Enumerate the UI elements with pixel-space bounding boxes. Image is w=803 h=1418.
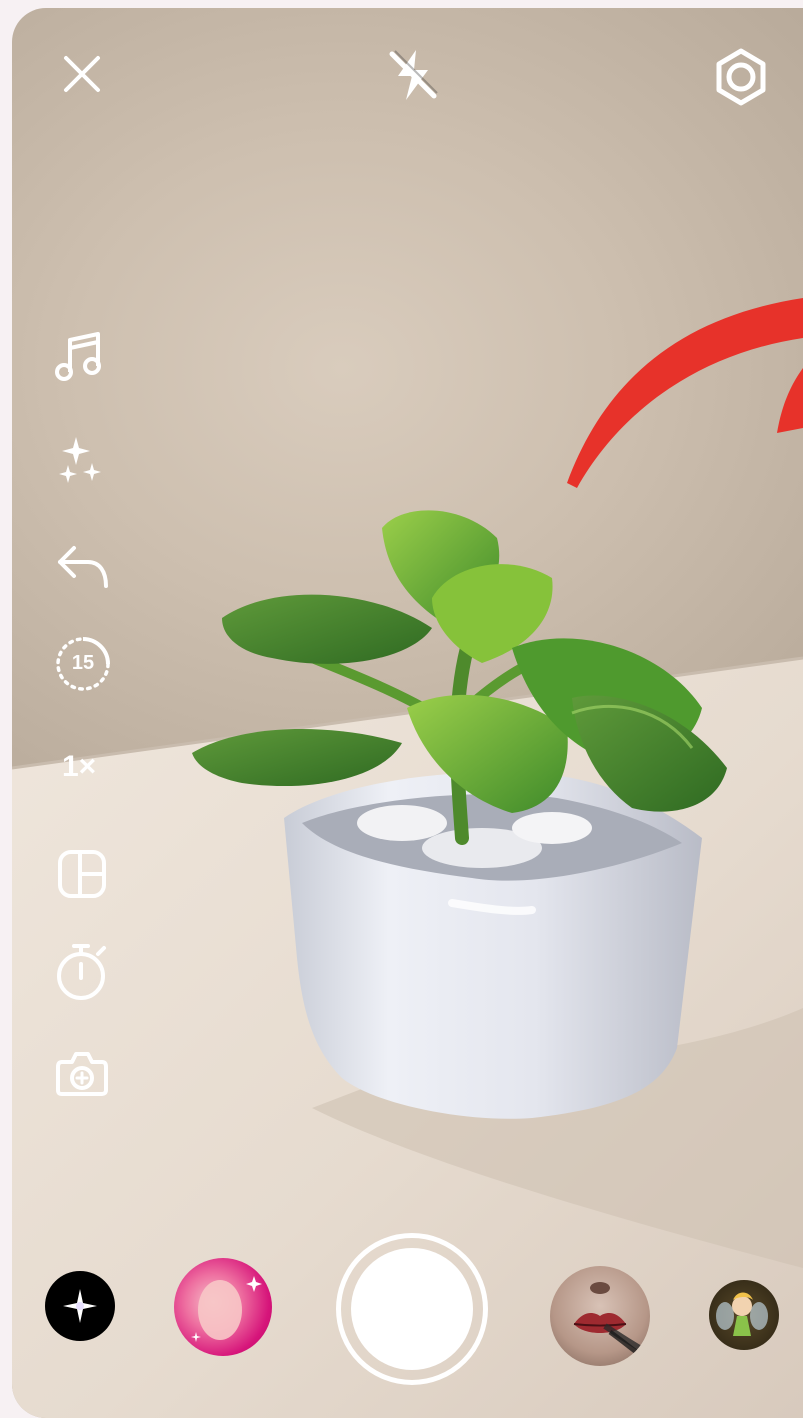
settings-gear-icon[interactable] — [712, 48, 770, 106]
duration-label: 15 — [71, 652, 95, 674]
camera-preview-scene — [12, 298, 803, 1418]
lips-icon — [573, 1282, 650, 1365]
flash-off-icon[interactable] — [386, 46, 440, 104]
duration-icon[interactable]: 15 — [52, 633, 114, 695]
close-icon[interactable] — [62, 54, 102, 94]
sparkle-effect-button[interactable] — [45, 1271, 115, 1341]
sparkle-icon — [63, 1289, 97, 1323]
bubble-icon — [191, 1276, 262, 1342]
undo-arrow-icon[interactable] — [54, 538, 112, 594]
music-note-icon[interactable] — [52, 328, 108, 384]
camera-viewfinder[interactable]: 15 1× — [12, 8, 803, 1418]
capture-button[interactable] — [336, 1233, 488, 1385]
timer-icon[interactable] — [54, 940, 112, 1002]
capture-button-inner — [351, 1248, 473, 1370]
layout-grid-icon[interactable] — [56, 848, 108, 900]
fairy-effect-button[interactable] — [709, 1280, 779, 1350]
speed-label[interactable]: 1× — [62, 750, 96, 784]
lips-effect-button[interactable] — [550, 1266, 650, 1366]
sparkles-icon[interactable] — [54, 433, 110, 489]
camera-plus-icon[interactable] — [54, 1048, 110, 1100]
pink-bubble-effect-button[interactable] — [174, 1258, 272, 1356]
fairy-icon — [716, 1292, 768, 1336]
